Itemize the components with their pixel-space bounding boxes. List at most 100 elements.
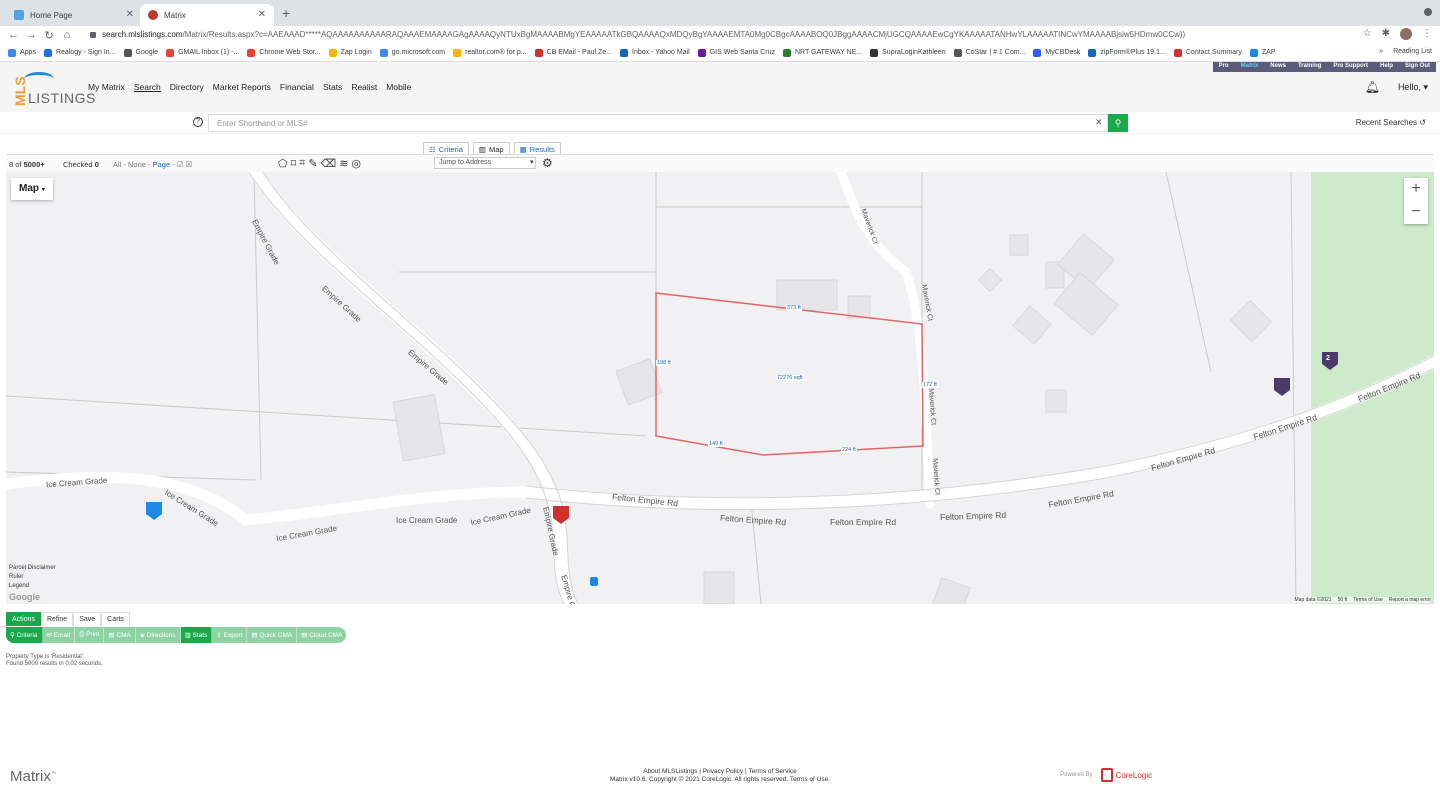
map-type-dropdown[interactable]: Map ▾: [11, 178, 53, 200]
top-link-pro-support[interactable]: Pro Support: [1327, 62, 1374, 72]
bookmark-item[interactable]: Google: [123, 48, 159, 57]
bookmark-item[interactable]: zipForm®Plus 19.1...: [1088, 48, 1166, 57]
rectangle-icon[interactable]: ⌑: [291, 157, 297, 170]
bookmark-item[interactable]: ZAP: [1249, 48, 1276, 57]
kebab-menu-icon[interactable]: ⋮: [1422, 28, 1432, 40]
bookmark-item[interactable]: Chrome Web Stor...: [247, 48, 321, 57]
nav-realist[interactable]: Realist: [351, 82, 377, 92]
directions-button[interactable]: ◈ Directions: [136, 627, 181, 643]
clear-search-icon[interactable]: ✕: [1095, 117, 1103, 128]
house-marker-icon[interactable]: [146, 502, 162, 520]
nav-mobile[interactable]: Mobile: [386, 82, 411, 92]
polygon-icon[interactable]: ⬠: [278, 157, 288, 170]
house-marker-icon[interactable]: [1274, 378, 1290, 396]
recent-searches-link[interactable]: Recent Searches ↺: [1356, 118, 1426, 127]
parcel-disclaimer-link[interactable]: Parcel Disclaimer: [9, 564, 56, 573]
zoom-out-button[interactable]: −: [1404, 201, 1428, 224]
bus-stop-icon[interactable]: [590, 577, 598, 586]
tab-carts[interactable]: Carts: [101, 612, 130, 626]
pencil-icon[interactable]: ✎: [308, 157, 317, 170]
user-menu[interactable]: Hello, ▾: [1398, 82, 1428, 93]
bookmark-item[interactable]: CB EMail - Paul.Ze...: [534, 48, 612, 57]
top-link-help[interactable]: Help: [1374, 62, 1399, 72]
more-bookmarks-button[interactable]: »: [1379, 48, 1383, 55]
browser-tab-matrix[interactable]: Matrix ✕: [140, 4, 274, 26]
nav-market-reports[interactable]: Market Reports: [213, 82, 271, 92]
top-link-training[interactable]: Training: [1292, 62, 1327, 72]
nav-directory[interactable]: Directory: [170, 82, 204, 92]
nav-financial[interactable]: Financial: [280, 82, 314, 92]
reload-icon[interactable]: ↻: [44, 29, 54, 42]
shorthand-input[interactable]: Enter Shorthand or MLS#: [208, 114, 1108, 132]
tab-save[interactable]: Save: [73, 612, 102, 626]
bookmark-item[interactable]: Inbox - Yahoo Mail: [620, 48, 690, 57]
bookmark-item[interactable]: Realogy - Sign In...: [43, 48, 116, 57]
bookmark-item[interactable]: SupraLoginKathleen: [870, 48, 946, 57]
forward-icon[interactable]: →: [26, 29, 37, 41]
bookmark-item[interactable]: CoStar | # 1 Com...: [953, 48, 1025, 57]
cloud-cma-button[interactable]: ▤ Cloud CMA: [297, 627, 346, 643]
mlslistings-logo[interactable]: MLS LISTINGS: [12, 70, 95, 108]
nav-stats[interactable]: Stats: [323, 82, 342, 92]
nav-search[interactable]: Search: [134, 82, 161, 92]
bookmark-item[interactable]: Contact Summary: [1173, 48, 1242, 57]
top-link-pro[interactable]: Pro: [1213, 62, 1235, 72]
browser-tab-home[interactable]: Home Page ✕: [6, 4, 142, 26]
gear-icon[interactable]: ⚙: [542, 156, 553, 170]
eraser-icon[interactable]: ⌫: [321, 157, 337, 170]
bookmark-item[interactable]: GIS Web Santa Cruz: [697, 48, 775, 57]
target-icon[interactable]: ◎: [351, 157, 361, 170]
footer-links[interactable]: About MLSListings | Privacy Policy | Ter…: [0, 768, 1440, 776]
tab-refine[interactable]: Refine: [40, 612, 74, 626]
bookmark-item[interactable]: GMAIL Inbox (1) -...: [166, 48, 239, 57]
bookmark-item[interactable]: go.microsoft.com: [379, 48, 445, 57]
terms-of-use-link[interactable]: Terms of Use: [1353, 597, 1382, 603]
help-icon[interactable]: ?: [193, 117, 203, 127]
extensions-icon[interactable]: ✱: [1382, 28, 1390, 40]
profile-avatar[interactable]: [1400, 28, 1412, 40]
tab-actions[interactable]: Actions: [6, 612, 41, 626]
ruler-link[interactable]: Ruler: [9, 573, 56, 582]
check-all-icon[interactable]: ☑: [177, 160, 184, 169]
bookmark-item[interactable]: Apps: [8, 48, 36, 57]
uncheck-all-icon[interactable]: ☒: [186, 160, 193, 169]
select-all-link[interactable]: All: [113, 160, 121, 169]
export-button[interactable]: ⇪ Export: [212, 627, 248, 643]
top-link-matrix[interactable]: Matrix: [1235, 62, 1265, 72]
criteria-button[interactable]: ⚲ Criteria: [6, 627, 43, 643]
jump-to-address-select[interactable]: Jump to Address: [434, 157, 536, 169]
select-none-link[interactable]: None: [128, 160, 146, 169]
quick-cma-button[interactable]: ▤ Quick CMA: [247, 627, 298, 643]
home-icon[interactable]: ⌂: [62, 29, 72, 41]
map-canvas[interactable]: Empire Grade Empire Grade Empire Grade I…: [6, 172, 1434, 604]
print-button[interactable]: ⎙ Print: [75, 627, 105, 643]
new-tab-button[interactable]: +: [282, 5, 290, 21]
stats-button[interactable]: ▥ Stats: [180, 627, 213, 643]
star-icon[interactable]: ☆: [1363, 28, 1372, 40]
map-scale[interactable]: 50 ft: [1338, 597, 1348, 603]
close-tab-icon[interactable]: ✕: [258, 9, 266, 20]
select-page-link[interactable]: Page: [153, 160, 171, 169]
zoom-in-button[interactable]: +: [1404, 178, 1428, 201]
bookmark-label: Google: [135, 49, 159, 56]
back-icon[interactable]: ←: [8, 29, 19, 41]
bell-icon[interactable]: 🔔︎: [1365, 80, 1380, 94]
top-link-news[interactable]: News: [1264, 62, 1292, 72]
bookmark-item[interactable]: realtor.com® for p...: [453, 48, 527, 57]
search-button[interactable]: ⚲: [1108, 114, 1128, 132]
layers-icon[interactable]: ≋: [339, 157, 348, 170]
shape-icon[interactable]: ⌗: [299, 157, 305, 170]
email-button[interactable]: ✉ Email: [43, 627, 76, 643]
url-field[interactable]: search.mlslistings.com/Matrix/Results.as…: [90, 27, 1390, 42]
close-tab-icon[interactable]: ✕: [126, 9, 134, 20]
cma-button[interactable]: ▤ CMA: [104, 627, 136, 643]
report-map-error-link[interactable]: Report a map error: [1389, 597, 1431, 603]
nav-my-matrix[interactable]: My Matrix: [88, 82, 125, 92]
bookmark-item[interactable]: NRT GATEWAY NE...: [782, 48, 862, 57]
top-link-sign-out[interactable]: Sign Out: [1399, 62, 1436, 72]
reading-list-button[interactable]: Reading List: [1393, 48, 1432, 55]
browser-menu-icon[interactable]: [1424, 8, 1432, 16]
legend-link[interactable]: Legend: [9, 582, 56, 591]
bookmark-item[interactable]: MyCBDesk: [1033, 48, 1080, 57]
bookmark-item[interactable]: Zap Login: [328, 48, 372, 57]
